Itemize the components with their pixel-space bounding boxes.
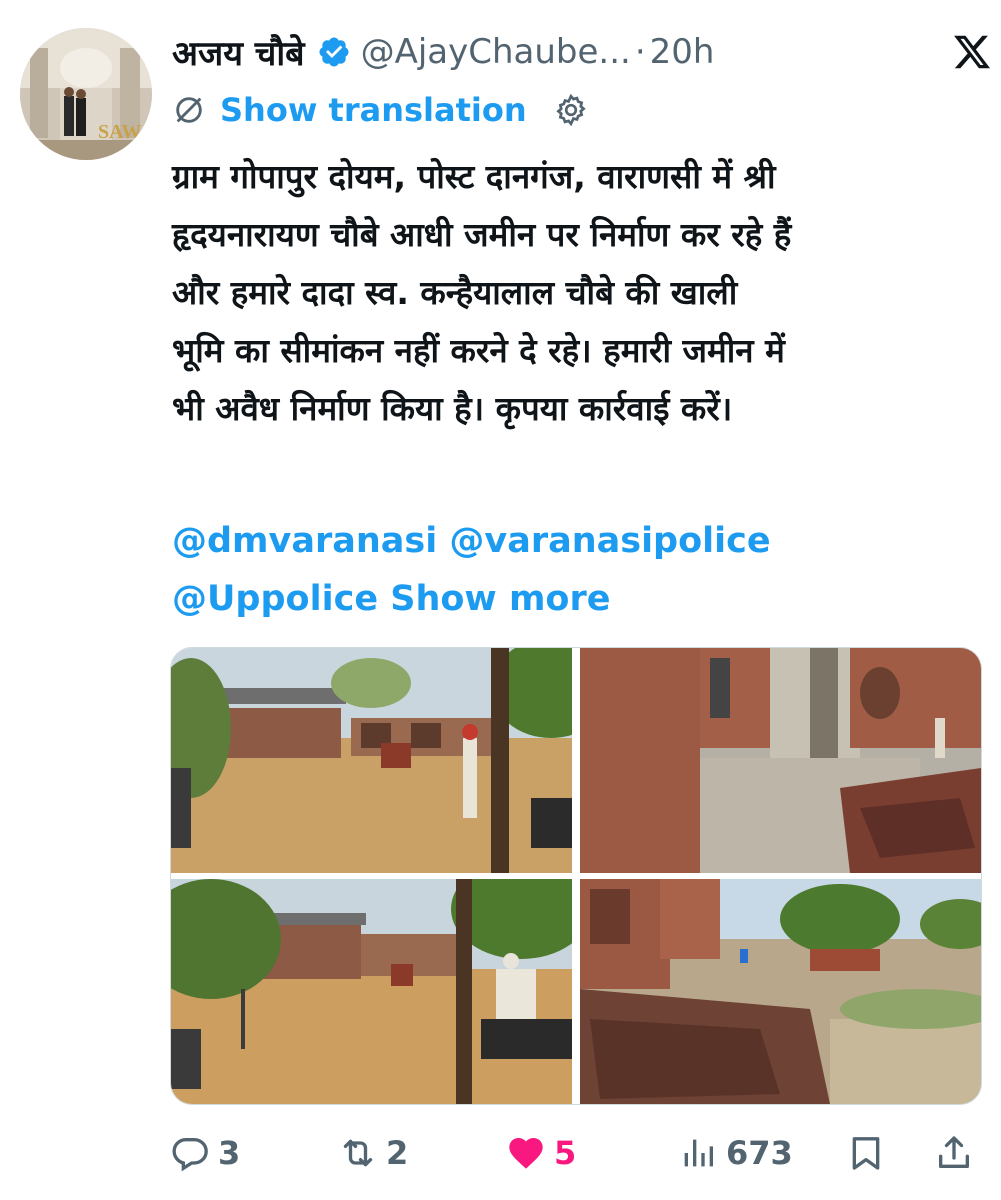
mentions-line[interactable]: @dmvaranasi @varanasipolice bbox=[172, 512, 982, 570]
view-count: 673 bbox=[726, 1134, 793, 1172]
bookmark-button[interactable] bbox=[846, 1118, 894, 1188]
like-count: 5 bbox=[554, 1134, 577, 1172]
author-handle[interactable]: @AjayChaube... bbox=[361, 32, 631, 72]
reply-count: 3 bbox=[218, 1134, 241, 1172]
verified-badge-icon bbox=[319, 37, 349, 67]
separator-dot: · bbox=[634, 32, 646, 72]
tweet-text-line: ग्राम गोपापुर दोयम, पोस्ट दानगंज, वाराणस… bbox=[172, 157, 776, 196]
translate-row: Show translation bbox=[172, 86, 589, 134]
tweet-text-line: भी अवैध निर्माण किया है। कृपया कार्रवाई … bbox=[172, 389, 733, 428]
tweet-header: अजय चौबे @AjayChaube... · 20h bbox=[172, 24, 992, 80]
tweet-actions: 3 2 5 673 bbox=[170, 1118, 980, 1188]
repost-icon bbox=[343, 1139, 373, 1167]
share-button[interactable] bbox=[934, 1118, 982, 1188]
tweet-text-line: भूमि का सीमांकन नहीं करने दे रहे। हमारी … bbox=[172, 331, 785, 370]
translate-globe-icon bbox=[176, 97, 202, 123]
repost-count: 2 bbox=[386, 1134, 409, 1172]
views-button[interactable]: 673 bbox=[678, 1118, 793, 1188]
show-translation-link[interactable]: Show translation bbox=[220, 91, 527, 129]
media-photo[interactable] bbox=[171, 648, 572, 873]
tweet-mentions: @dmvaranasi @varanasipolice @Uppolice Sh… bbox=[172, 512, 982, 628]
gear-icon[interactable] bbox=[553, 92, 589, 128]
share-icon bbox=[939, 1136, 969, 1168]
repost-button[interactable]: 2 bbox=[338, 1118, 408, 1188]
avatar[interactable]: SAWA bbox=[20, 28, 152, 160]
bookmark-icon bbox=[852, 1137, 880, 1170]
media-photo[interactable] bbox=[580, 648, 981, 873]
views-icon bbox=[684, 1139, 713, 1167]
heart-icon bbox=[509, 1138, 543, 1169]
media-grid bbox=[170, 647, 982, 1105]
mention-uppolice[interactable]: @Uppolice bbox=[172, 579, 378, 619]
show-more-link[interactable]: Show more bbox=[390, 579, 610, 619]
avatar-sign-text: SAWA bbox=[98, 121, 152, 143]
author-name[interactable]: अजय चौबे bbox=[172, 29, 305, 75]
tweet-text-line: हृदयनारायण चौबे आधी जमीन पर निर्माण कर र… bbox=[172, 215, 792, 254]
like-button[interactable]: 5 bbox=[506, 1118, 576, 1188]
timestamp[interactable]: 20h bbox=[650, 32, 715, 72]
reply-button[interactable]: 3 bbox=[170, 1118, 240, 1188]
tweet-text: ग्राम गोपापुर दोयम, पोस्ट दानगंज, वाराणस… bbox=[172, 148, 982, 438]
reply-icon bbox=[172, 1138, 208, 1172]
media-photo[interactable] bbox=[580, 879, 981, 1104]
media-photo[interactable] bbox=[171, 879, 572, 1104]
x-logo-icon bbox=[954, 35, 991, 69]
tweet-text-line: और हमारे दादा स्व. कन्हैयालाल चौबे की खा… bbox=[172, 273, 738, 312]
